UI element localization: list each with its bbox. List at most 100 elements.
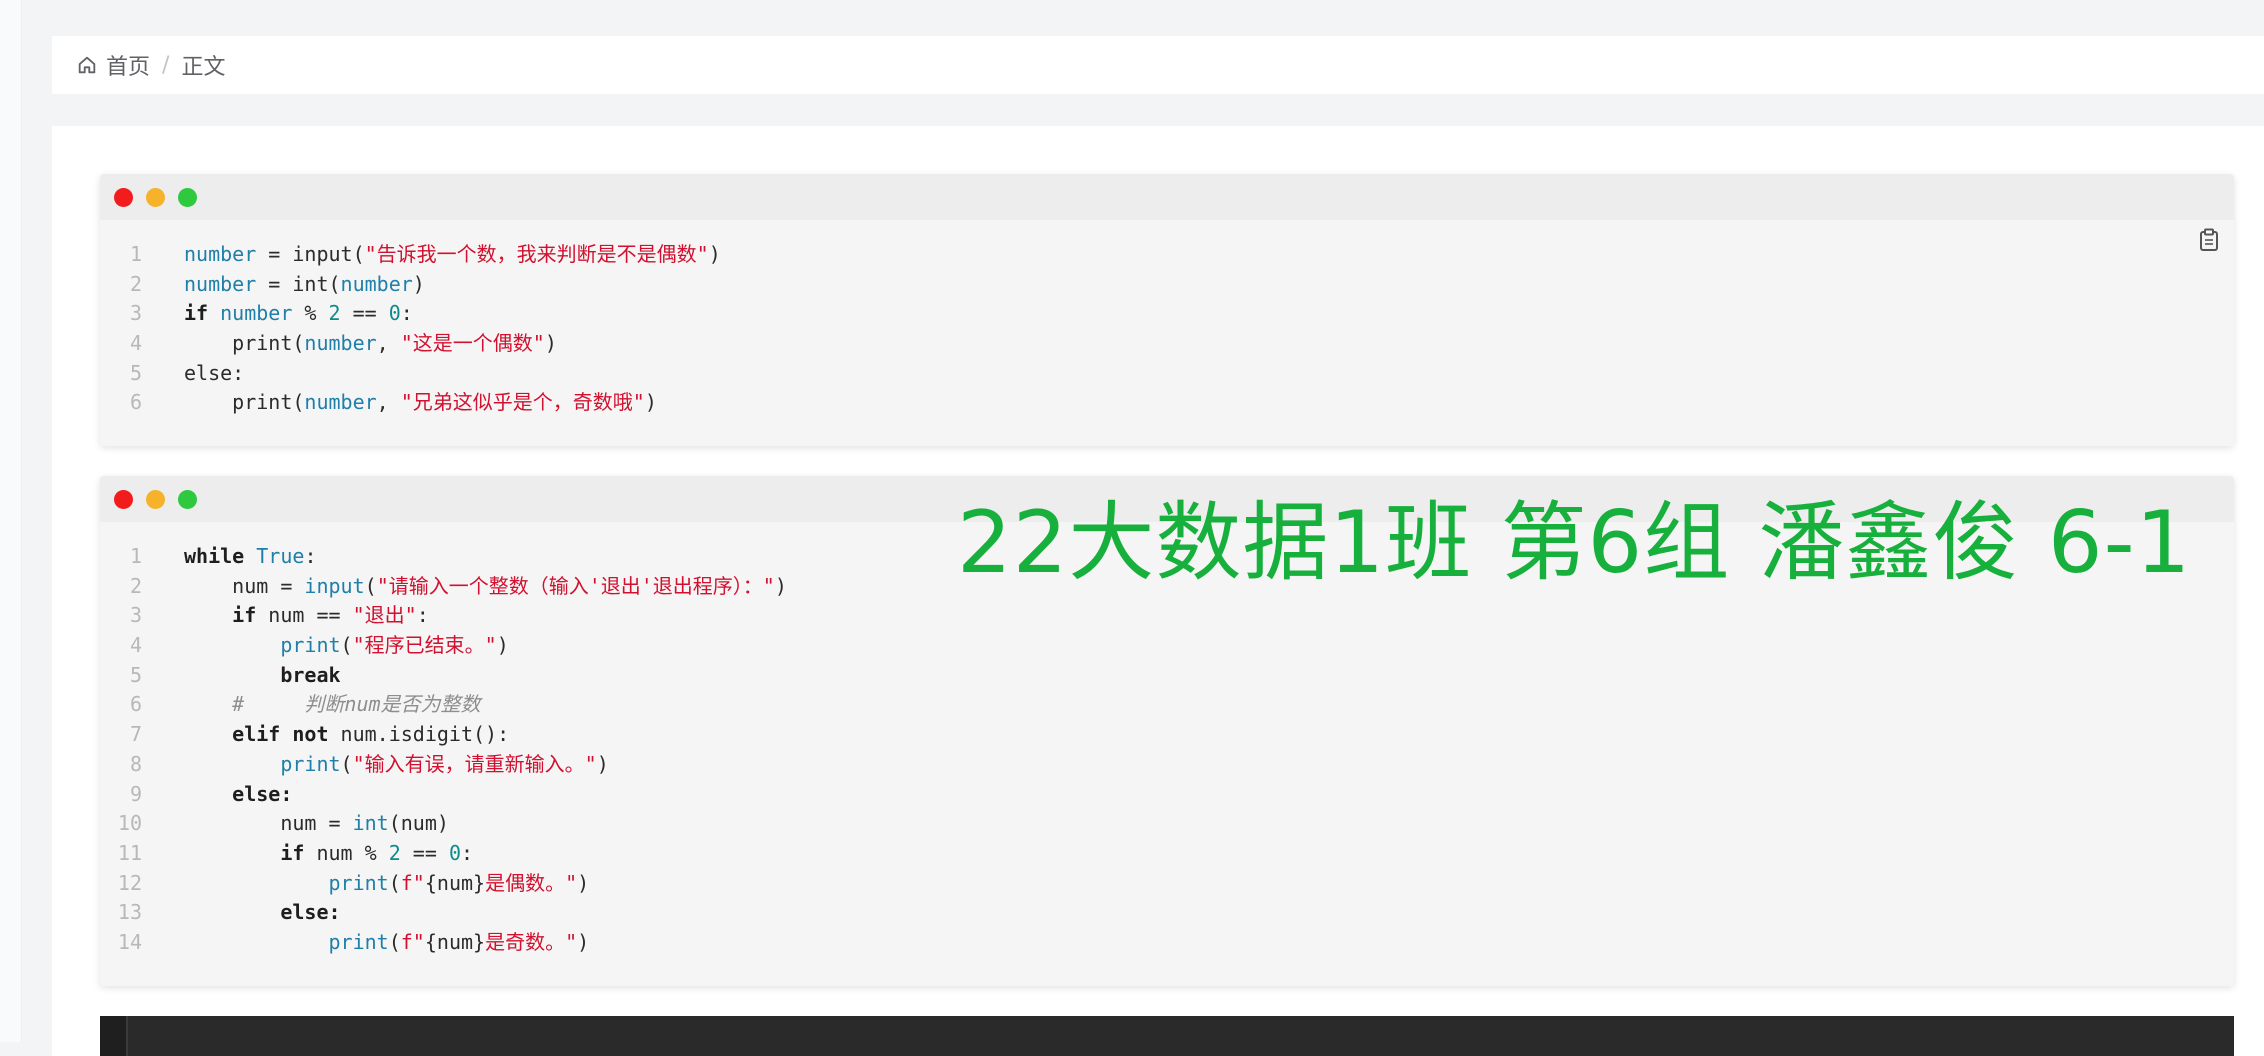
- code-body: 1 number = input("告诉我一个数，我来判断是不是偶数") 2 numb…: [100, 220, 2234, 440]
- code-line: 9 else:: [100, 780, 2234, 810]
- code-token: number: [220, 301, 293, 326]
- line-number: 4: [129, 331, 142, 356]
- code-line: 5 break: [100, 661, 2234, 691]
- code-line: 13 else:: [100, 898, 2234, 928]
- code-text: # 判断num是否为整数: [142, 690, 481, 720]
- code-token: # 判断num是否为整数: [184, 692, 481, 717]
- home-icon[interactable]: [76, 54, 98, 76]
- code-line: 8 print("输入有误，请重新输入。"): [100, 750, 2234, 780]
- code-token: print: [328, 929, 389, 954]
- code-token: (: [340, 751, 353, 776]
- code-token: f": [400, 929, 425, 954]
- code-text: print(f"{num}是奇数。"): [142, 928, 590, 958]
- code-token: elif not: [232, 722, 329, 747]
- code-token: = input(: [256, 242, 365, 266]
- clipboard-icon[interactable]: [2198, 228, 2220, 252]
- code-token: print: [328, 870, 389, 895]
- code-token: break: [280, 662, 341, 687]
- code-text: while True:: [142, 542, 316, 572]
- code-token: if: [280, 840, 305, 865]
- code-token: "请输入一个整数（输入'退出'退出程序）：": [376, 573, 775, 598]
- line-number: 14: [117, 929, 142, 954]
- line-number: 3: [129, 301, 142, 326]
- line-number: 8: [129, 751, 142, 776]
- code-line: 3 if number % 2 == 0:: [100, 299, 2234, 329]
- code-token: (num): [388, 811, 449, 836]
- code-token: {num}: [424, 870, 486, 895]
- code-token: (: [388, 929, 401, 954]
- code-line: 11 if num % 2 == 0:: [100, 839, 2234, 869]
- code-token: if: [184, 301, 209, 326]
- code-token: :: [460, 840, 474, 865]
- code-token: "输入有误，请重新输入。": [352, 751, 597, 776]
- code-token: 2: [328, 301, 341, 326]
- code-line: 3 if num == "退出":: [100, 601, 2234, 631]
- code-line: 4 print("程序已结束。"): [100, 631, 2234, 661]
- code-token: num %: [304, 840, 389, 865]
- breadcrumb-separator: /: [162, 52, 170, 78]
- code-text: break: [142, 661, 341, 691]
- code-text: else:: [142, 359, 244, 389]
- code-text: print(f"{num}是偶数。"): [142, 869, 590, 899]
- line-number: 7: [129, 722, 142, 747]
- code-token: num.isdigit():: [328, 722, 510, 747]
- code-token: f": [400, 870, 425, 895]
- code-token: "程序已结束。": [352, 633, 497, 658]
- window-minimize-dot: [146, 188, 165, 207]
- code-line: 10 num = int(num): [100, 809, 2234, 839]
- code-token: = int(: [256, 271, 341, 296]
- code-token: "这是一个偶数": [400, 331, 545, 356]
- code-token: "退出": [352, 603, 417, 628]
- code-line: 6 # 判断num是否为整数: [100, 690, 2234, 720]
- code-token: ): [708, 242, 721, 266]
- code-line: 7 elif not num.isdigit():: [100, 720, 2234, 750]
- code-token: ==: [340, 301, 389, 326]
- line-number: 5: [129, 360, 142, 385]
- code-token: else:: [280, 900, 341, 925]
- code-token: num =: [184, 811, 353, 836]
- code-line: 14 print(f"{num}是奇数。"): [100, 928, 2234, 958]
- code-text: print(number, "这是一个偶数"): [142, 329, 557, 359]
- code-line: 1 number = input("告诉我一个数，我来判断是不是偶数"): [100, 240, 2234, 270]
- left-rail: [0, 0, 22, 1042]
- code-text: print("输入有误，请重新输入。"): [142, 750, 609, 780]
- line-number: 13: [117, 900, 142, 925]
- window-maximize-dot: [178, 188, 197, 207]
- code-token: ): [644, 390, 657, 415]
- code-token: ): [577, 929, 590, 954]
- code-token: 0: [448, 840, 461, 865]
- code-token: num ==: [256, 603, 353, 628]
- code-token: ): [596, 751, 609, 776]
- line-number: 3: [129, 603, 142, 628]
- line-number: 4: [129, 633, 142, 658]
- window-close-dot: [114, 490, 133, 509]
- window-maximize-dot: [178, 490, 197, 509]
- code-line: 2 number = int(number): [100, 270, 2234, 300]
- code-text: number = input("告诉我一个数，我来判断是不是偶数"): [142, 240, 721, 270]
- code-token: "兄弟这似乎是个，奇数哦": [400, 390, 645, 415]
- window-minimize-dot: [146, 490, 165, 509]
- code-token: number: [184, 271, 257, 296]
- code-token: number: [304, 390, 377, 415]
- code-token: ): [544, 331, 557, 356]
- code-block-1: 1 number = input("告诉我一个数，我来判断是不是偶数") 2 numb…: [100, 174, 2234, 446]
- code-text: num = int(num): [142, 809, 449, 839]
- code-text: else:: [142, 898, 341, 928]
- code-text: if num == "退出":: [142, 601, 429, 631]
- code-token: %: [292, 301, 329, 326]
- breadcrumb-home-link[interactable]: 首页: [106, 49, 150, 81]
- code-line: 6 print(number, "兄弟这似乎是个，奇数哦"): [100, 388, 2234, 418]
- code-token: input: [304, 573, 365, 598]
- code-token: if: [232, 603, 257, 628]
- code-token: print(: [184, 390, 305, 415]
- code-token: ==: [400, 840, 449, 865]
- code-token: 是偶数。": [485, 870, 578, 895]
- line-number: 9: [129, 781, 142, 806]
- code-token: number: [304, 331, 377, 356]
- line-number: 2: [129, 271, 142, 296]
